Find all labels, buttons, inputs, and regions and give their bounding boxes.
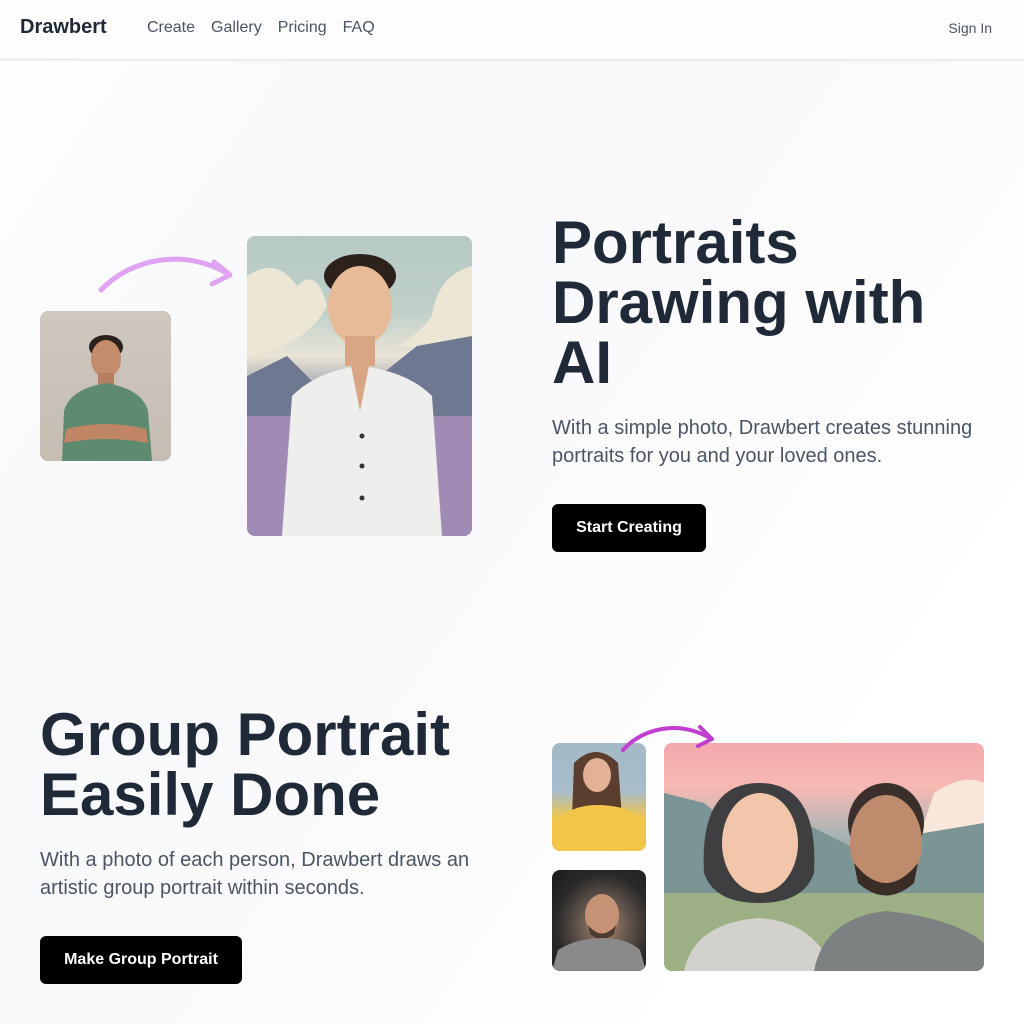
hero-subtitle: With a simple photo, Drawbert creates st… (552, 417, 973, 467)
nav-link-gallery[interactable]: Gallery (211, 19, 262, 37)
nav-link-pricing[interactable]: Pricing (278, 19, 327, 37)
hero-title-line-1: Portraits (552, 209, 799, 276)
couple-portrait-illustration (664, 779, 984, 971)
source-photo-woman (552, 743, 646, 851)
hero-title-line-2: Drawing with (552, 269, 926, 336)
source-photo-man-2 (552, 870, 646, 971)
hero-title: Portraits Drawing with AI (552, 213, 925, 393)
man-photo-illustration (62, 335, 152, 461)
navbar: Drawbert Create Gallery Pricing FAQ Sign… (0, 0, 1024, 60)
woman-photo-illustration (552, 752, 646, 851)
nav-link-create[interactable]: Create (147, 19, 195, 37)
hero-title-line-3: AI (552, 329, 612, 396)
nav-links: Create Gallery Pricing FAQ (147, 19, 375, 37)
brand-logo[interactable]: Drawbert (20, 16, 107, 39)
start-creating-button[interactable]: Start Creating (552, 504, 706, 552)
group-title-line-2: Easily Done (40, 761, 381, 828)
sign-in-link[interactable]: Sign In (948, 20, 992, 36)
group-title: Group Portrait Easily Done (40, 705, 450, 825)
nav-link-faq[interactable]: FAQ (343, 19, 375, 37)
source-photo-man (40, 311, 171, 461)
group-title-line-1: Group Portrait (40, 701, 451, 768)
make-group-portrait-button[interactable]: Make Group Portrait (40, 936, 242, 984)
result-portrait-man (247, 236, 472, 536)
man2-photo-illustration (552, 894, 646, 971)
group-subtitle: With a photo of each person, Drawbert dr… (40, 849, 470, 899)
man-portrait-illustration (247, 254, 472, 536)
curved-arrow-icon (621, 725, 714, 752)
result-portrait-group (664, 743, 984, 971)
curved-arrow-icon (98, 256, 233, 293)
